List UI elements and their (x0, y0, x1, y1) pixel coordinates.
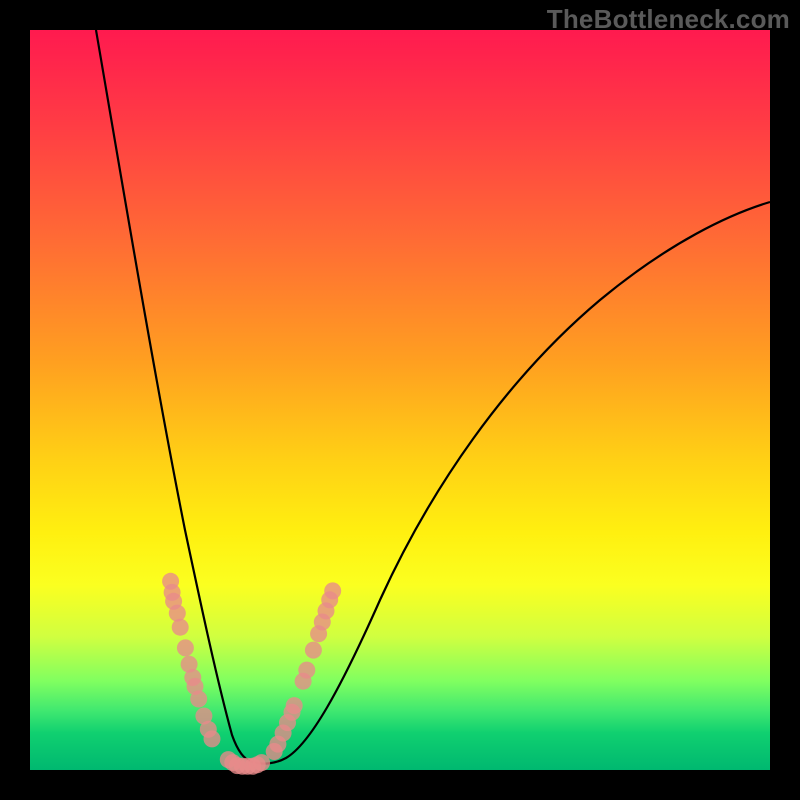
plot-background (30, 30, 770, 770)
chart-frame: TheBottleneck.com (0, 0, 800, 800)
attribution-label: TheBottleneck.com (547, 4, 790, 35)
